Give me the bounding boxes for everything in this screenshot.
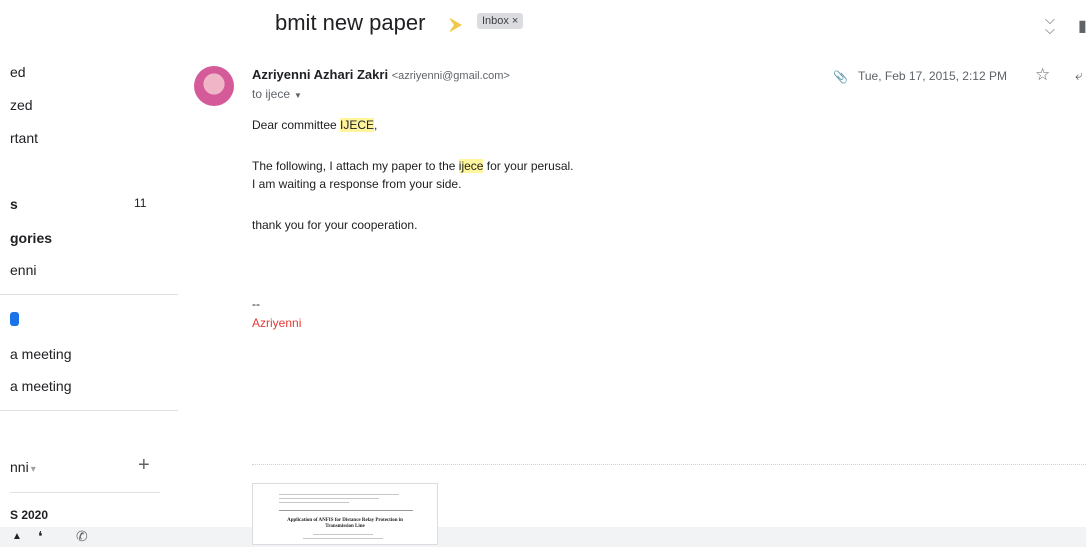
attachment-thumbnail[interactable]: Application of ANFIS for Distance Relay … bbox=[252, 483, 438, 545]
body-line: I am waiting a response from your side. bbox=[252, 177, 462, 191]
thread-subject: bmit new paper bbox=[275, 10, 426, 35]
sidebar-divider bbox=[0, 410, 178, 411]
expand-all-icon[interactable]: ⌵ bbox=[1045, 22, 1055, 38]
sender[interactable]: Azriyenni Azhari Zakri <azriyenni@gmail.… bbox=[252, 67, 510, 82]
sidebar-item-new-meeting[interactable]: a meeting bbox=[10, 346, 71, 362]
sidebar-item-categories[interactable]: gories bbox=[10, 230, 52, 246]
sidebar-divider bbox=[0, 294, 178, 295]
sidebar-item-user[interactable]: enni bbox=[10, 262, 36, 278]
attachment-divider bbox=[252, 464, 1086, 465]
hangouts-user[interactable]: nni ▾ bbox=[10, 459, 36, 475]
bottom-toolbar: ▲ ❛ ✆ bbox=[0, 527, 1086, 547]
add-icon[interactable]: + bbox=[138, 454, 150, 477]
sidebar-item-contact[interactable]: S 2020 bbox=[10, 508, 48, 522]
sidebar-divider bbox=[10, 492, 160, 493]
sender-email: <azriyenni@gmail.com> bbox=[391, 70, 510, 82]
print-icon[interactable]: ▮ bbox=[1078, 16, 1086, 36]
close-icon[interactable]: × bbox=[512, 15, 518, 27]
sidebar-item-snoozed[interactable]: zed bbox=[10, 97, 33, 113]
attachment-icon: 📎 bbox=[833, 70, 848, 84]
meet-icon[interactable] bbox=[10, 312, 19, 326]
sidebar-item-starred[interactable]: ed bbox=[10, 64, 26, 80]
importance-marker-notch bbox=[449, 18, 454, 32]
body-greeting: Dear committee IJECE, bbox=[252, 118, 378, 132]
sidebar-item-join-meeting[interactable]: a meeting bbox=[10, 378, 71, 394]
chevron-down-icon[interactable]: ▼ bbox=[294, 91, 302, 100]
search-highlight: ijece bbox=[458, 159, 484, 173]
sender-name: Azriyenni Azhari Zakri bbox=[252, 67, 389, 82]
sidebar-item-important[interactable]: rtant bbox=[10, 130, 38, 146]
chevron-down-icon: ▾ bbox=[30, 464, 36, 475]
sidebar: ed zed rtant s 11 gories enni a meeting … bbox=[0, 0, 180, 547]
star-icon[interactable]: ☆ bbox=[1035, 65, 1050, 85]
message-date: Tue, Feb 17, 2015, 2:12 PM bbox=[858, 69, 1007, 83]
phone-icon[interactable]: ✆ bbox=[76, 528, 88, 545]
body-line: The following, I attach my paper to the … bbox=[252, 159, 574, 173]
reply-icon[interactable]: ⤶ bbox=[1075, 67, 1083, 84]
signature-separator: -- bbox=[252, 297, 260, 311]
signature-name: Azriyenni bbox=[252, 316, 302, 330]
recipient[interactable]: to ijece ▼ bbox=[252, 87, 302, 101]
attachment-preview-title: Application of ANFIS for Distance Relay … bbox=[287, 518, 403, 529]
body-line: thank you for your cooperation. bbox=[252, 218, 418, 232]
chat-icon[interactable]: ❛ bbox=[38, 528, 43, 545]
search-highlight: IJECE bbox=[340, 118, 375, 132]
sidebar-item-drafts[interactable]: s bbox=[10, 196, 18, 212]
avatar[interactable] bbox=[194, 66, 234, 106]
person-icon[interactable]: ▲ bbox=[12, 531, 22, 542]
sidebar-drafts-count: 11 bbox=[134, 196, 147, 210]
label-inbox[interactable]: Inbox × bbox=[477, 13, 524, 29]
